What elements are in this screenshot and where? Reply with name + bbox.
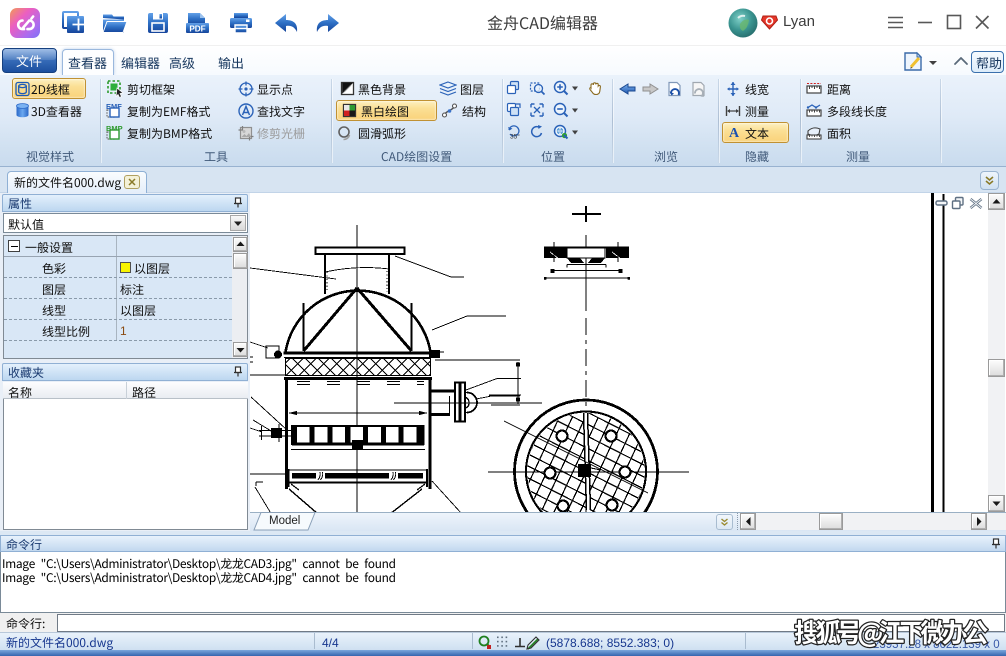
svg-text:A: A	[729, 126, 740, 139]
svg-text:35°: 35°	[510, 133, 520, 141]
svg-text:PDF: PDF	[189, 24, 205, 33]
